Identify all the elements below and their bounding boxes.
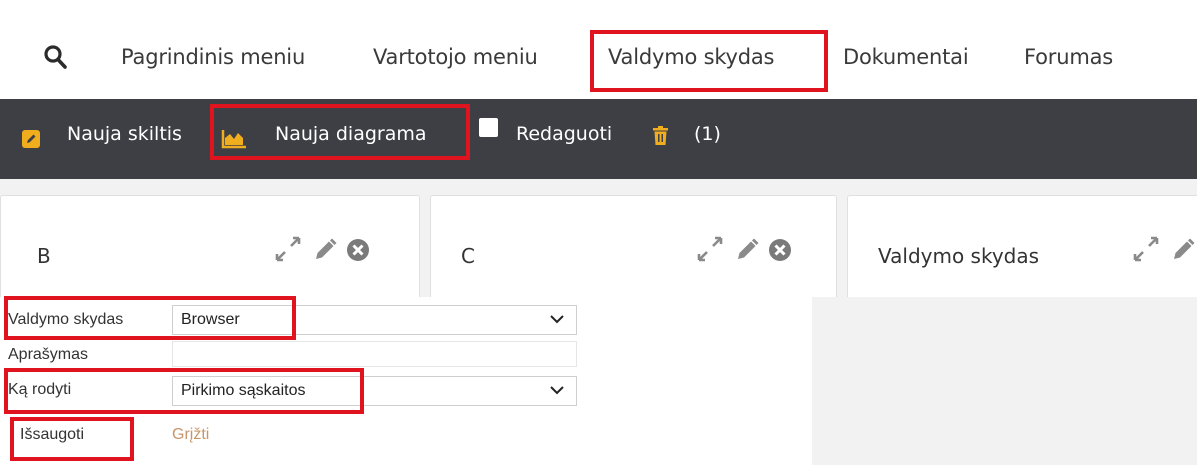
panel-tools [697,236,792,267]
chevron-down-icon [550,315,564,324]
panel-tools [1133,236,1195,267]
panel-title: B [37,244,51,268]
pencil-icon[interactable] [1171,238,1195,262]
dashboard-select-value: Browser [181,311,240,328]
panel-title: Valdymo skydas [878,244,1040,268]
pencil-icon[interactable] [735,238,759,262]
nav-item-forum[interactable]: Forumas [1024,45,1113,69]
nav-item-dashboard[interactable]: Valdymo skydas [608,45,775,69]
expand-icon[interactable] [275,236,301,262]
search-icon[interactable] [43,44,67,70]
dashboard-label: Valdymo skydas [8,311,124,328]
top-navigation: Pagrindinis meniu Vartotojo meniu Valdym… [0,0,1197,100]
dashboard-panels: B C Valdymo skydas [0,179,1197,297]
show-select[interactable]: Pirkimo sąskaitos [172,376,577,406]
show-select-value: Pirkimo sąskaitos [181,382,306,399]
edit-checkbox[interactable] [479,118,498,137]
nav-item-main-menu[interactable]: Pagrindinis meniu [121,45,305,69]
expand-icon[interactable] [1133,236,1159,262]
nav-item-user-menu[interactable]: Vartotojo meniu [373,45,538,69]
close-circle-icon[interactable] [346,238,370,262]
area-chart-icon [221,130,246,149]
close-circle-icon[interactable] [768,238,792,262]
panel-title: C [461,244,475,268]
trash-count: (1) [694,123,721,145]
empty-area [812,297,1197,465]
panel-c: C [430,195,837,297]
trash-icon[interactable] [653,126,668,145]
expand-icon[interactable] [697,236,723,262]
show-label: Ką rodyti [8,381,72,398]
dashboard-toolbar: Nauja skiltis Nauja diagrama Redaguoti (… [0,99,1197,179]
new-column-button[interactable]: Nauja skiltis [67,123,182,145]
nav-item-documents[interactable]: Dokumentai [843,45,969,69]
chart-form: Valdymo skydas Browser Aprašymas Ką rody… [0,297,812,465]
panel-tools [275,236,370,267]
chevron-down-icon [550,386,564,395]
description-input[interactable] [172,341,577,367]
pencil-icon[interactable] [313,238,337,262]
edit-label: Redaguoti [516,123,613,145]
panel-dashboard: Valdymo skydas [847,195,1197,297]
save-button[interactable]: Išsaugoti [20,426,84,444]
back-link[interactable]: Grįžti [172,426,209,444]
pencil-square-icon [22,130,40,148]
new-chart-button[interactable]: Nauja diagrama [275,123,427,145]
description-label: Aprašymas [8,346,89,363]
panel-b: B [0,195,420,297]
dashboard-select[interactable]: Browser [172,305,577,335]
